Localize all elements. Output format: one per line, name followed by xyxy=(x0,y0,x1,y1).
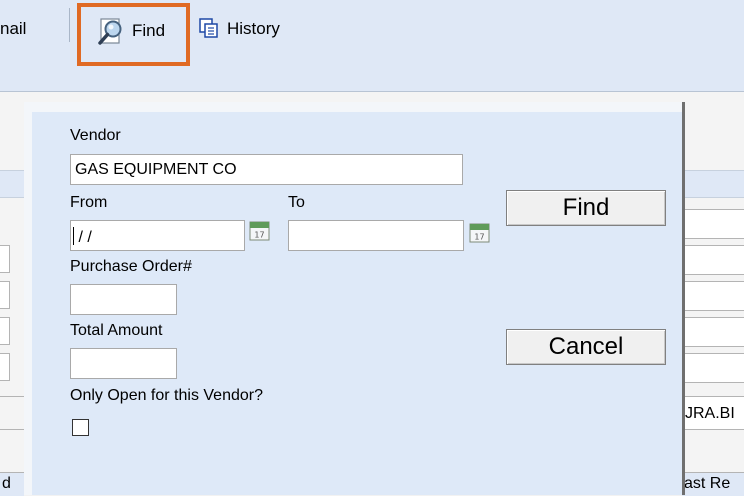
toolbar-history-label: History xyxy=(227,19,280,38)
history-icon xyxy=(199,18,218,38)
background-field xyxy=(0,353,10,381)
to-calendar-day: 17 xyxy=(474,233,484,242)
from-calendar-icon[interactable]: 17 xyxy=(249,220,270,241)
background-field xyxy=(0,317,10,345)
background-field xyxy=(682,317,744,347)
from-date-value: / / xyxy=(74,229,92,246)
total-amount-input[interactable] xyxy=(70,348,177,379)
total-amount-label: Total Amount xyxy=(70,322,163,339)
purchase-order-input[interactable] xyxy=(70,284,177,315)
to-date-input[interactable] xyxy=(288,220,464,251)
toolbar-separator xyxy=(69,8,70,42)
background-field: JRA.BI xyxy=(682,396,744,430)
cancel-button[interactable]: Cancel xyxy=(506,329,666,365)
to-label: To xyxy=(288,194,305,211)
background-column-header: d xyxy=(0,472,24,496)
background-field xyxy=(682,281,744,311)
vendor-input[interactable]: GAS EQUIPMENT CO xyxy=(70,154,463,185)
to-calendar-icon[interactable]: 17 xyxy=(469,222,490,243)
find-button[interactable]: Find xyxy=(506,190,666,226)
background-field xyxy=(682,353,744,383)
from-calendar-day: 17 xyxy=(254,231,264,240)
background-column-header: ast Re xyxy=(682,472,744,496)
toolbar-history-button[interactable]: History xyxy=(197,17,307,45)
background-field xyxy=(0,245,10,273)
find-dialog: Vendor GAS EQUIPMENT CO From To / / 17 1… xyxy=(24,102,682,495)
background-field xyxy=(682,209,744,239)
from-date-input[interactable]: / / xyxy=(70,220,245,251)
background-field xyxy=(682,245,744,275)
vendor-label: Vendor xyxy=(70,127,121,144)
from-label: From xyxy=(70,194,108,211)
toolbar-find-button[interactable]: Find xyxy=(77,3,190,66)
toolbar-find-label: Find xyxy=(132,21,166,40)
background-field xyxy=(0,281,10,309)
toolbar: nail Find History xyxy=(0,0,744,92)
purchase-order-label: Purchase Order# xyxy=(70,258,192,275)
dialog-shadow xyxy=(682,102,685,495)
background-divider xyxy=(0,396,24,430)
only-open-checkbox[interactable] xyxy=(72,419,89,436)
only-open-label: Only Open for this Vendor? xyxy=(70,387,263,404)
find-magnifier-icon xyxy=(98,18,122,45)
toolbar-email-label[interactable]: nail xyxy=(0,19,26,39)
